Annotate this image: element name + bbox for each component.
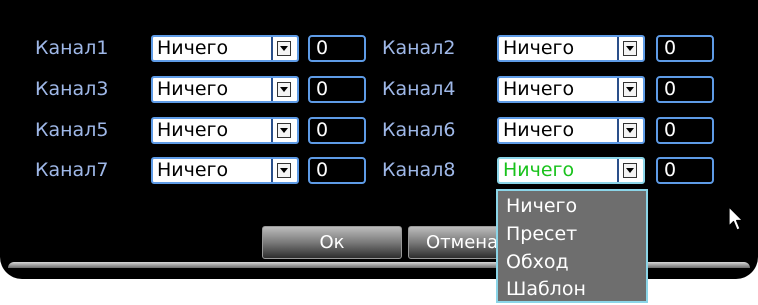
channel-4-mode-select[interactable]: Ничего [497, 76, 645, 103]
channel-7-value-field[interactable]: 0 [308, 157, 366, 184]
chevron-down-icon[interactable] [277, 82, 291, 97]
channel-label-5: Канал5 [35, 119, 109, 141]
channel-label-2: Канал2 [382, 37, 456, 59]
chevron-down-icon[interactable] [277, 163, 291, 178]
select-divider [617, 159, 619, 182]
channel-2-mode-select[interactable]: Ничего [497, 35, 645, 62]
select-divider [271, 78, 273, 101]
select-value: Ничего [157, 159, 229, 181]
channel-1-mode-select[interactable]: Ничего [151, 35, 299, 62]
channel-label-4: Канал4 [382, 78, 456, 100]
channel-7-mode-select[interactable]: Ничего [151, 157, 299, 184]
chevron-down-icon[interactable] [623, 163, 637, 178]
channel-4-value-field[interactable]: 0 [656, 76, 714, 103]
select-divider [617, 37, 619, 60]
select-value: Ничего [157, 78, 229, 100]
select-divider [617, 78, 619, 101]
select-divider [271, 159, 273, 182]
channel-2-value-field[interactable]: 0 [656, 35, 714, 62]
mouse-cursor-icon [728, 206, 744, 231]
chevron-down-icon[interactable] [623, 123, 637, 138]
select-value: Ничего [157, 37, 229, 59]
select-value: Ничего [503, 37, 575, 59]
field-value: 0 [664, 119, 677, 141]
dropdown-option-none[interactable]: Ничего [506, 192, 577, 220]
select-value: Ничего [503, 78, 575, 100]
select-divider [271, 119, 273, 142]
channel-6-value-field[interactable]: 0 [656, 117, 714, 144]
dropdown-option-tour[interactable]: Обход [506, 248, 569, 276]
channel-label-7: Канал7 [35, 159, 109, 181]
field-value: 0 [316, 159, 329, 181]
channel-5-value-field[interactable]: 0 [308, 117, 366, 144]
channel-label-6: Канал6 [382, 119, 456, 141]
field-value: 0 [664, 159, 677, 181]
select-value: Ничего [503, 119, 575, 141]
channel-label-8: Канал8 [382, 159, 456, 181]
chevron-down-icon[interactable] [623, 82, 637, 97]
channel-8-value-field[interactable]: 0 [656, 157, 714, 184]
select-value: Ничего [157, 119, 229, 141]
chevron-down-icon[interactable] [277, 123, 291, 138]
field-value: 0 [664, 37, 677, 59]
select-divider [617, 119, 619, 142]
chevron-down-icon[interactable] [623, 41, 637, 56]
field-value: 0 [316, 78, 329, 100]
ok-button[interactable]: Ок [262, 226, 402, 259]
channel-8-mode-select[interactable]: Ничего [497, 157, 645, 184]
field-value: 0 [316, 37, 329, 59]
dropdown-option-pattern[interactable]: Шаблон [506, 275, 586, 303]
field-value: 0 [316, 119, 329, 141]
channel-label-1: Канал1 [35, 37, 109, 59]
channel-5-mode-select[interactable]: Ничего [151, 117, 299, 144]
dropdown-option-preset[interactable]: Пресет [506, 220, 577, 248]
channel-1-value-field[interactable]: 0 [308, 35, 366, 62]
select-value: Ничего [503, 159, 575, 181]
channel-3-value-field[interactable]: 0 [308, 76, 366, 103]
channel-8-mode-dropdown-list[interactable]: Ничего Пресет Обход Шаблон [496, 189, 648, 303]
select-divider [271, 37, 273, 60]
field-value: 0 [664, 78, 677, 100]
chevron-down-icon[interactable] [277, 41, 291, 56]
channel-3-mode-select[interactable]: Ничего [151, 76, 299, 103]
channel-label-3: Канал3 [35, 78, 109, 100]
channel-6-mode-select[interactable]: Ничего [497, 117, 645, 144]
